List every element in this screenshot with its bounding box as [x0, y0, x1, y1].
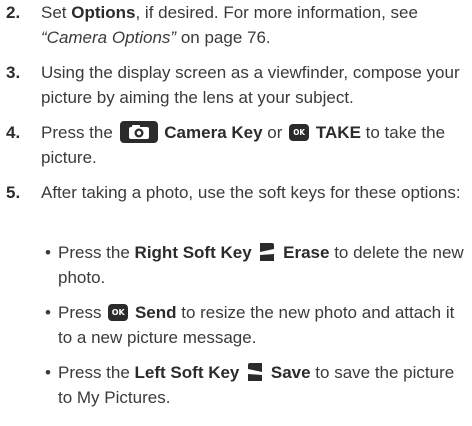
bullet-text: Press OK Send to resize the new photo an…: [58, 300, 468, 350]
step-text-part: on page 76.: [176, 28, 271, 47]
take-label: TAKE: [315, 123, 361, 142]
bullet-dot: •: [45, 243, 51, 262]
step-text-part: Set: [41, 3, 72, 22]
step-text: Set Options, if desired. For more inform…: [41, 0, 468, 50]
erase-label: Erase: [283, 243, 330, 262]
step-text-part: , if desired. For more information, see: [135, 3, 418, 22]
step-number: 4.: [6, 123, 21, 142]
bullet-text-part: Press: [58, 303, 102, 322]
bullet-dot: •: [45, 303, 51, 322]
left-soft-key-icon: [248, 363, 263, 381]
bullet-text-part: Press the: [58, 243, 130, 262]
send-label: Send: [134, 303, 177, 322]
step-number: 5.: [6, 183, 21, 202]
bullet-text: Press the Right Soft Key Erase to delete…: [58, 240, 468, 290]
step-text-part: or: [267, 123, 283, 142]
bullet-save: • Press the Left Soft Key Save to save t…: [0, 360, 472, 412]
camera-key-label: Camera Key: [164, 123, 263, 142]
options-term: Options: [71, 3, 136, 22]
ok-key-icon: OK: [108, 304, 129, 321]
camera-options-reference[interactable]: “Camera Options”: [41, 28, 176, 47]
bullet-dot: •: [45, 363, 51, 382]
step-text: Press the Camera Key or OK TAKE to take …: [41, 120, 468, 170]
camera-key-icon: [119, 121, 158, 143]
step-number: 2.: [6, 3, 21, 22]
bullet-text-part: Press the: [58, 363, 130, 382]
step-text: After taking a photo, use the soft keys …: [41, 183, 461, 202]
bullet-text: Press the Left Soft Key Save to save the…: [58, 360, 468, 410]
right-soft-key-label: Right Soft Key: [134, 243, 252, 262]
bullet-send: • Press OK Send to resize the new photo …: [0, 300, 472, 352]
step-text: Using the display screen as a viewfinder…: [41, 63, 460, 107]
step-4: 4. Press the Camera Key or OK TAKE to ta…: [0, 120, 472, 172]
ok-key-label: OK: [293, 128, 305, 137]
step-text-part: Press the: [41, 123, 113, 142]
bullet-erase: • Press the Right Soft Key Erase to dele…: [0, 240, 472, 292]
ok-key-icon: OK: [289, 124, 310, 141]
ok-key-label: OK: [111, 308, 125, 317]
step-number: 3.: [6, 63, 21, 82]
step-3: 3. Using the display screen as a viewfin…: [0, 60, 472, 112]
save-label: Save: [270, 363, 311, 382]
left-soft-key-label: Left Soft Key: [134, 363, 240, 382]
manual-page: 2. Set Options, if desired. For more inf…: [0, 0, 472, 426]
right-soft-key-icon: [260, 243, 275, 261]
step-2: 2. Set Options, if desired. For more inf…: [0, 0, 472, 52]
step-5: 5. After taking a photo, use the soft ke…: [0, 180, 472, 232]
